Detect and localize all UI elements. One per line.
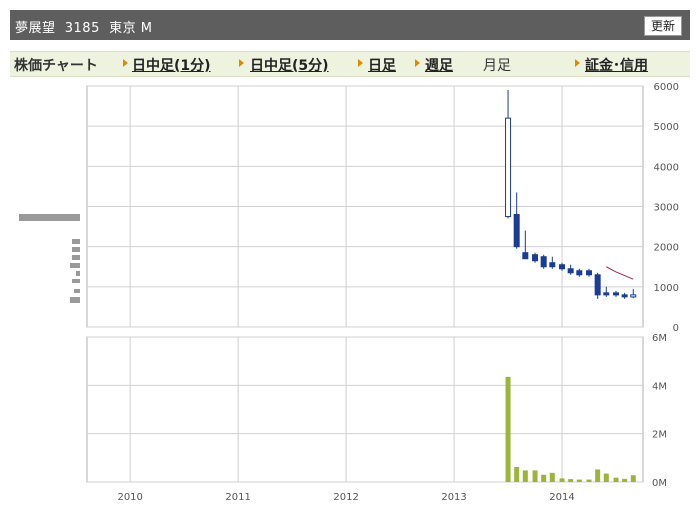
- volume-bar: [541, 474, 547, 482]
- price-y-tick-label: 1000: [654, 283, 679, 294]
- volume-bar: [613, 477, 619, 482]
- volume-panel: 0M 2M 4M 6M: [86, 333, 667, 489]
- price-y-tick-label: 0: [673, 323, 679, 334]
- volume-bar: [568, 479, 574, 482]
- x-tick-label: 2013: [441, 492, 466, 503]
- candle-body: [532, 254, 539, 262]
- candle-body: [594, 274, 601, 296]
- price-y-tick-label: 4000: [654, 162, 679, 173]
- volume-bar: [559, 478, 565, 482]
- candle-body: [621, 294, 628, 298]
- x-axis: 2010 2011 2012 2013 2014: [117, 492, 574, 503]
- candle-body: [613, 292, 620, 296]
- volume-bar: [595, 469, 601, 482]
- x-tick-label: 2010: [117, 492, 142, 503]
- volume-bar: [576, 479, 582, 482]
- volume-bar: [622, 478, 628, 482]
- price-y-tick-label: 2000: [654, 243, 679, 254]
- volume-y-tick-label: 4M: [652, 381, 667, 392]
- candle-body: [549, 262, 556, 268]
- x-tick-label: 2012: [333, 492, 358, 503]
- volume-bar: [630, 475, 636, 482]
- candle-body: [522, 252, 529, 260]
- volume-y-tick-label: 2M: [652, 430, 667, 441]
- volume-y-tick-label: 6M: [652, 333, 667, 344]
- candle-body: [630, 294, 637, 298]
- price-y-tick-label: 5000: [654, 122, 679, 133]
- price-volume-chart: 0100020003000400050006000 0M2M4M6M 2010 2…: [86, 82, 679, 503]
- candle-body: [586, 270, 593, 276]
- volume-bar: [586, 479, 592, 482]
- candle-body: [603, 292, 610, 296]
- price-panel: 0 1000 2000 3000 4000 5000 6000: [86, 82, 679, 334]
- volume-bar: [522, 470, 528, 482]
- price-y-tick-label: 3000: [654, 203, 679, 214]
- candle-body: [559, 264, 566, 270]
- price-y-tick-label: 6000: [654, 82, 679, 93]
- volume-bar: [514, 467, 520, 482]
- volume-plot-frame: [86, 336, 644, 483]
- volume-bar: [603, 473, 609, 482]
- volume-bar: [505, 376, 511, 482]
- volume-y-tick-label: 0M: [652, 478, 667, 489]
- candle-body: [505, 117, 512, 218]
- x-tick-label: 2011: [225, 492, 250, 503]
- x-tick-label: 2014: [549, 492, 574, 503]
- candle-body: [576, 270, 583, 276]
- candle-body: [513, 214, 520, 248]
- volume-bar: [532, 470, 538, 482]
- candle-body: [540, 256, 547, 268]
- volume-bar: [549, 472, 555, 482]
- candle-body: [567, 268, 574, 274]
